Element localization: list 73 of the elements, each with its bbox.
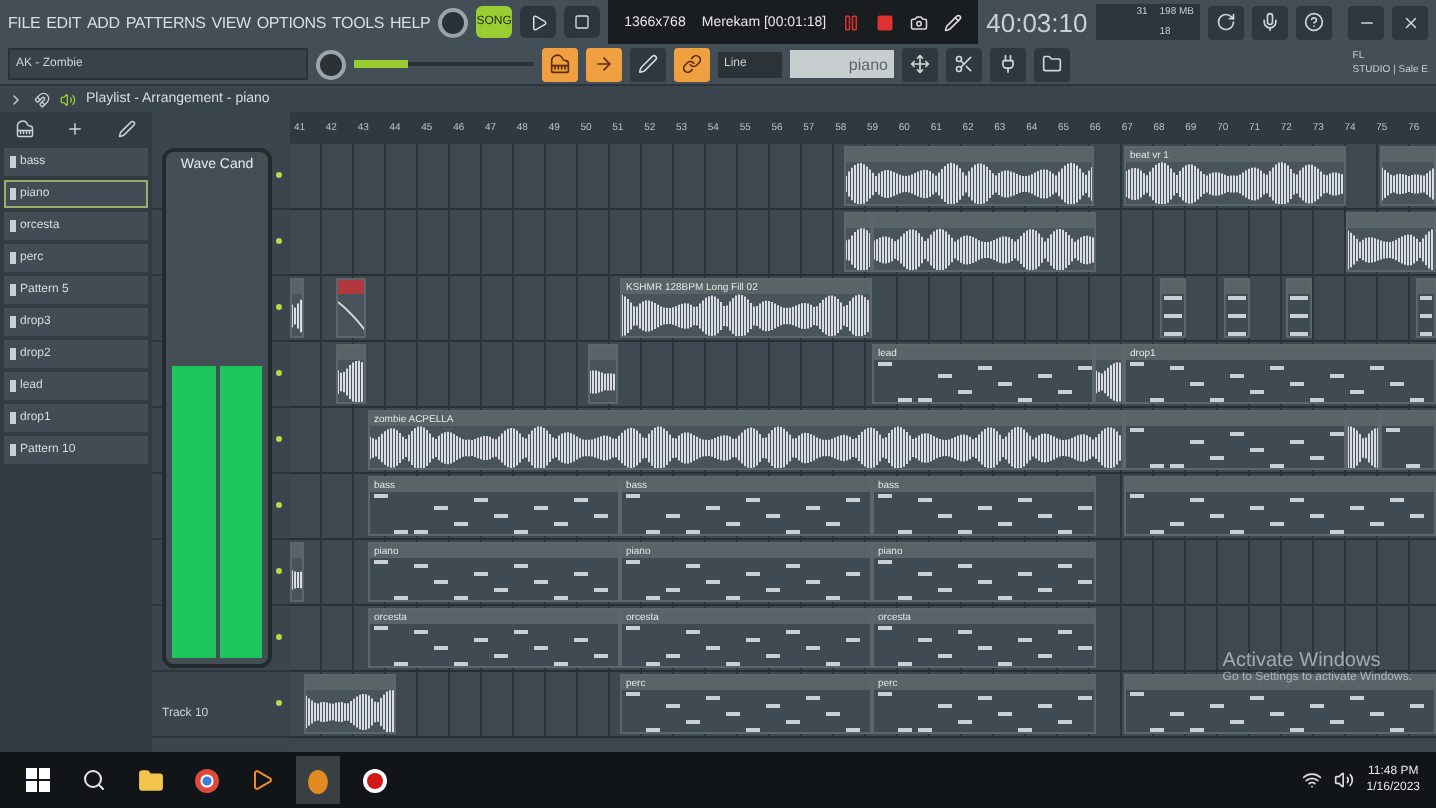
chevron-icon[interactable] — [8, 91, 24, 107]
menu-item[interactable]: ADD — [87, 13, 120, 31]
fruit-icon[interactable] — [296, 756, 340, 804]
automation-clip[interactable] — [336, 278, 366, 338]
pattern-clip[interactable] — [1224, 278, 1250, 338]
play-button[interactable] — [520, 6, 557, 38]
note-pattern-drawing — [1418, 294, 1434, 336]
stop-button[interactable] — [564, 6, 601, 38]
scissors-icon[interactable] — [946, 47, 982, 81]
waveform-drawing — [1348, 426, 1378, 468]
plus-icon[interactable] — [66, 119, 85, 137]
menu-item[interactable]: EDIT — [46, 13, 82, 31]
help-icon[interactable] — [1296, 5, 1332, 39]
mic-icon[interactable] — [1252, 5, 1288, 39]
volume-icon[interactable] — [1334, 770, 1355, 790]
plug-icon[interactable] — [990, 47, 1026, 81]
pen-icon[interactable] — [117, 119, 136, 137]
pause-icon[interactable] — [842, 13, 861, 31]
audio-clip[interactable] — [844, 212, 872, 272]
volume-knob[interactable] — [438, 7, 469, 37]
audio-clip[interactable] — [336, 344, 366, 404]
close-icon[interactable] — [1392, 5, 1428, 39]
pattern-clip[interactable] — [1124, 476, 1436, 536]
menu-item[interactable]: TOOLS — [332, 13, 384, 31]
activation-title: Activate Windows — [1222, 650, 1381, 672]
link-icon[interactable] — [674, 47, 710, 81]
audio-clip[interactable] — [844, 146, 1094, 206]
menu-item[interactable]: OPTIONS — [256, 13, 326, 31]
speaker-icon[interactable] — [60, 91, 76, 107]
waveform-drawing — [1348, 228, 1434, 270]
audio-clip[interactable] — [290, 542, 304, 602]
pattern-clip[interactable] — [1416, 278, 1436, 338]
pattern-clip[interactable] — [1124, 674, 1436, 734]
note-pattern-drawing — [1288, 294, 1310, 336]
audio-clip[interactable] — [1346, 410, 1380, 470]
magnet-icon[interactable] — [34, 91, 50, 107]
audio-clip[interactable] — [1346, 212, 1436, 272]
song-time: 40:03:10 — [986, 7, 1088, 37]
pattern-clip[interactable] — [1380, 410, 1436, 470]
pen-icon[interactable] — [630, 47, 666, 81]
network-icon[interactable] — [1302, 770, 1323, 790]
audio-clip[interactable] — [872, 212, 1096, 272]
refresh-icon[interactable] — [1208, 5, 1244, 39]
play-icon — [529, 13, 548, 31]
piano-icon[interactable] — [16, 119, 35, 137]
camera-icon[interactable] — [910, 13, 929, 31]
waveform-drawing — [306, 690, 394, 732]
audio-clip[interactable] — [304, 674, 396, 734]
menu-item[interactable]: PATTERNS — [125, 13, 206, 31]
audio-clip[interactable] — [588, 344, 618, 404]
folder-icon[interactable] — [1034, 47, 1070, 81]
pattern-selector[interactable]: piano — [790, 50, 894, 78]
waveform-drawing — [338, 360, 364, 402]
pattern-clip[interactable] — [1286, 278, 1312, 338]
waveform-drawing — [292, 294, 302, 336]
note-pattern-drawing — [1226, 294, 1248, 336]
menu-item[interactable]: FILE — [8, 13, 41, 31]
stop-icon — [574, 14, 591, 30]
waveform-drawing — [1096, 360, 1122, 402]
piano-icon[interactable] — [542, 47, 578, 81]
menu-item[interactable]: VIEW — [211, 13, 251, 31]
pattern-clip[interactable] — [1160, 278, 1186, 338]
audio-clip[interactable] — [1094, 344, 1124, 404]
note-pattern-drawing — [1162, 294, 1184, 336]
pencil-icon[interactable] — [944, 13, 963, 31]
waveform-drawing — [846, 228, 870, 270]
stop-icon[interactable] — [876, 13, 895, 31]
menu-item[interactable]: HELP — [389, 13, 431, 31]
audio-clip[interactable] — [290, 278, 304, 338]
audio-clip[interactable] — [1380, 146, 1436, 206]
pitch-knob[interactable] — [316, 49, 346, 79]
waveform-drawing — [1382, 162, 1434, 204]
pattern-clip[interactable] — [1124, 410, 1346, 470]
